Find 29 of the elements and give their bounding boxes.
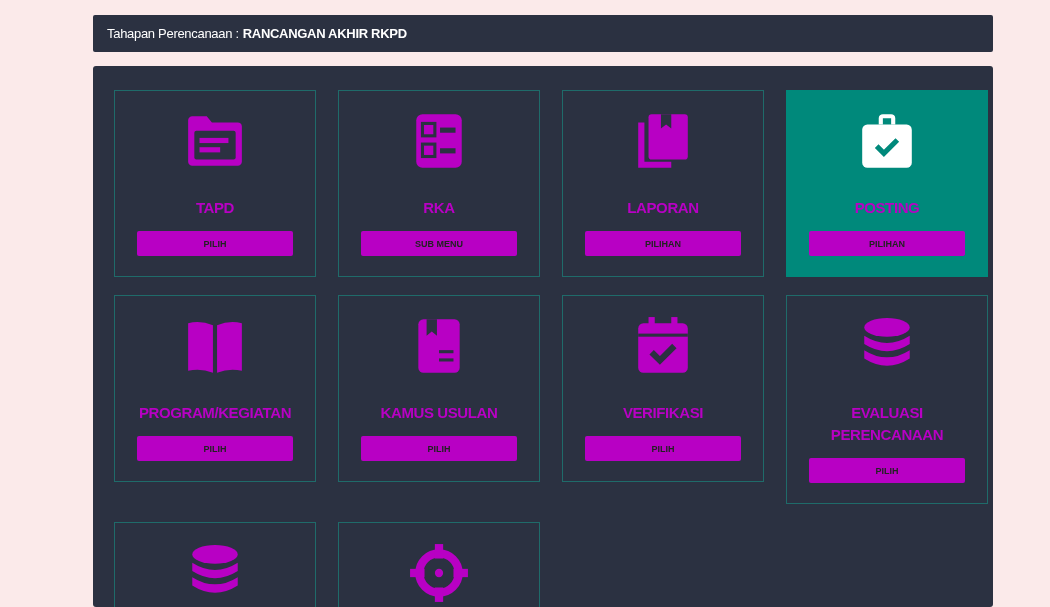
card-title: LAPORAN <box>626 198 700 218</box>
stage-label: Tahapan Perencanaan : <box>107 26 239 41</box>
menu-card[interactable]: KAMUS USULAN PILIH <box>338 295 540 482</box>
card-title: PROGRAM/KEGIATAN <box>137 403 293 423</box>
card-title: VERIFIKASI <box>621 403 705 423</box>
card-title: TAPD <box>194 198 236 218</box>
choose-button[interactable]: PILIH <box>361 436 517 461</box>
menu-card[interactable]: VERIFIKASI PILIH <box>562 295 764 482</box>
menu-card[interactable] <box>114 522 316 607</box>
menu-card[interactable]: POSTING PILIHAN <box>786 90 988 277</box>
menu-card[interactable]: PROGRAM/KEGIATAN PILIH <box>114 295 316 482</box>
card-title: KAMUS USULAN <box>379 403 499 423</box>
crosshair-icon <box>408 542 470 604</box>
choose-button[interactable]: PILIH <box>585 436 741 461</box>
choose-button[interactable]: PILIH <box>137 231 293 256</box>
choose-button[interactable]: PILIH <box>137 436 293 461</box>
menu-card[interactable]: LAPORAN PILIHAN <box>562 90 764 277</box>
card-title: EVALUASI PERENCANAAN <box>829 403 945 445</box>
menu-card[interactable] <box>338 522 540 607</box>
card-title: RKA <box>422 198 456 218</box>
stage-value: RANCANGAN AKHIR RKPD <box>242 26 407 41</box>
menu-card[interactable]: TAPD PILIH <box>114 90 316 277</box>
menu-card[interactable]: RKA SUB MENU <box>338 90 540 277</box>
choose-button[interactable]: PILIHAN <box>809 231 965 256</box>
choose-button[interactable]: PILIHAN <box>585 231 741 256</box>
menu-card[interactable]: EVALUASI PERENCANAAN PILIH <box>786 295 988 504</box>
choose-button[interactable]: PILIH <box>809 458 965 483</box>
choose-button[interactable]: SUB MENU <box>361 231 517 256</box>
card-title: POSTING <box>853 198 921 218</box>
